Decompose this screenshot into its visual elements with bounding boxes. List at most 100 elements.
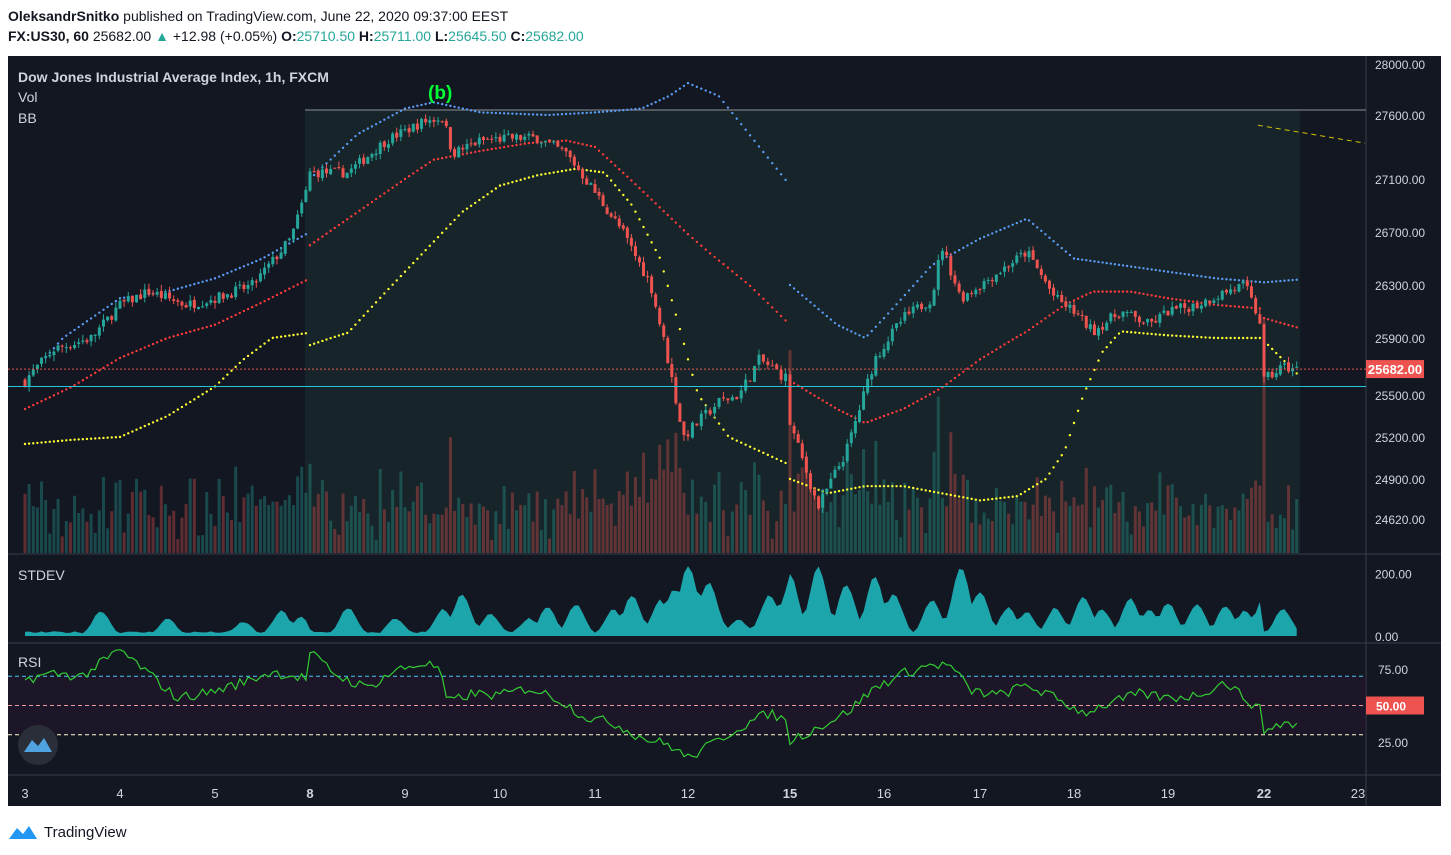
bb-lower-dot	[498, 184, 502, 187]
bb-basis-dot	[424, 163, 427, 167]
bb-lower-dot	[1196, 335, 1199, 339]
bb-upper-dot	[1003, 227, 1006, 230]
volume-bar	[726, 536, 730, 553]
bb-basis-dot	[300, 281, 303, 284]
bb-upper-dot	[379, 120, 382, 124]
volume-bar	[1064, 501, 1068, 553]
candle-body	[792, 425, 796, 434]
volume-bar	[506, 528, 510, 553]
candle-body	[209, 300, 213, 303]
footer-brand[interactable]: TradingView	[44, 824, 127, 841]
bb-upper-dot	[573, 112, 576, 115]
bb-basis-dot	[1158, 295, 1162, 299]
volume-bar	[291, 505, 295, 553]
candle-body	[543, 140, 547, 143]
bb-upper-dot	[1262, 281, 1266, 284]
bb-basis-dot	[234, 313, 237, 317]
bb-basis-dot	[449, 155, 452, 158]
bb-upper-dot	[544, 113, 547, 117]
bb-basis-dot	[263, 299, 266, 303]
candle-body	[1047, 280, 1051, 289]
bb-lower-dot	[1221, 336, 1224, 340]
bb-lower-dot	[995, 497, 998, 500]
bb-upper-dot	[358, 131, 361, 135]
tradingview-badge-icon[interactable]	[18, 725, 58, 765]
volume-bar	[637, 496, 641, 553]
candle-body	[188, 300, 192, 307]
volume-bar	[1011, 524, 1015, 553]
candle-body	[97, 327, 101, 336]
volume-bar	[998, 500, 1002, 553]
candle-body	[110, 316, 114, 320]
bb-lower-dot	[494, 187, 498, 190]
volume-bar	[333, 528, 337, 553]
candle-body	[432, 119, 436, 122]
bb-basis-dot	[937, 388, 940, 391]
volume-bar	[312, 506, 316, 553]
bb-upper-dot	[766, 156, 770, 159]
bb-lower-dot	[700, 398, 703, 401]
bb-basis-dot	[445, 156, 448, 159]
legend-vol[interactable]: Vol	[18, 89, 37, 105]
bb-basis-dot	[226, 317, 229, 321]
bb-upper-dot	[957, 248, 961, 252]
bb-lower-dot	[560, 169, 564, 173]
candle-body	[829, 478, 833, 489]
bb-basis-dot	[172, 335, 175, 338]
bb-basis-dot	[593, 145, 597, 149]
bb-lower-dot	[646, 233, 649, 236]
bb-basis-dot	[176, 333, 180, 337]
volume-bar	[1154, 510, 1158, 553]
candle-body	[1245, 280, 1249, 287]
bb-basis-dot	[325, 232, 328, 235]
legend-bb[interactable]: BB	[18, 110, 37, 126]
candle-body	[68, 347, 72, 349]
candle-body	[341, 168, 345, 178]
volume-bar	[531, 521, 535, 553]
volume-bar	[674, 432, 678, 553]
bb-lower-dot	[296, 333, 299, 336]
bb-basis-dot	[168, 336, 171, 339]
bb-upper-dot	[704, 89, 707, 92]
chart-area[interactable]: 25682.00 200.00 0.00 75.00 50.00 25.00 2800…	[0, 0, 1451, 815]
bb-lower-dot	[366, 310, 370, 313]
bb-upper-dot	[217, 275, 221, 278]
bb-lower-dot	[686, 358, 690, 361]
volume-bar	[721, 510, 725, 553]
volume-bar	[870, 503, 874, 553]
bb-basis-dot	[801, 386, 804, 390]
candle-body	[739, 390, 743, 399]
volume-bar	[527, 493, 531, 553]
bb-lower-dot	[622, 193, 625, 197]
candle-body	[994, 274, 998, 282]
bb-basis-dot	[1191, 300, 1195, 303]
candle-body	[333, 167, 337, 169]
candle-body	[126, 296, 130, 302]
bb-lower-dot	[127, 432, 130, 435]
candle-body	[866, 378, 870, 393]
bb-lower-dot	[878, 484, 882, 488]
bb-upper-dot	[69, 331, 72, 335]
bb-upper-dot	[713, 93, 716, 96]
candle-body	[717, 397, 721, 407]
bb-basis-dot	[77, 381, 80, 384]
bb-upper-dot	[176, 287, 180, 290]
volume-bar	[1245, 498, 1249, 553]
candle-body	[1121, 311, 1125, 317]
bb-upper-dot	[498, 111, 502, 115]
bb-upper-dot	[995, 230, 998, 233]
candle-body	[23, 379, 27, 387]
candle-body	[291, 228, 295, 240]
bb-basis-dot	[255, 303, 258, 307]
volume-bar	[1270, 514, 1274, 553]
volume-bar	[874, 440, 878, 553]
candle-body	[296, 214, 300, 229]
bb-lower-dot	[991, 497, 994, 501]
candle-body	[837, 466, 841, 470]
candle-body	[440, 121, 444, 123]
bb-upper-dot	[1270, 280, 1274, 283]
bb-lower-dot	[271, 336, 275, 340]
candle-body	[974, 289, 978, 295]
bb-basis-dot	[753, 288, 756, 292]
candle-body	[617, 218, 621, 227]
